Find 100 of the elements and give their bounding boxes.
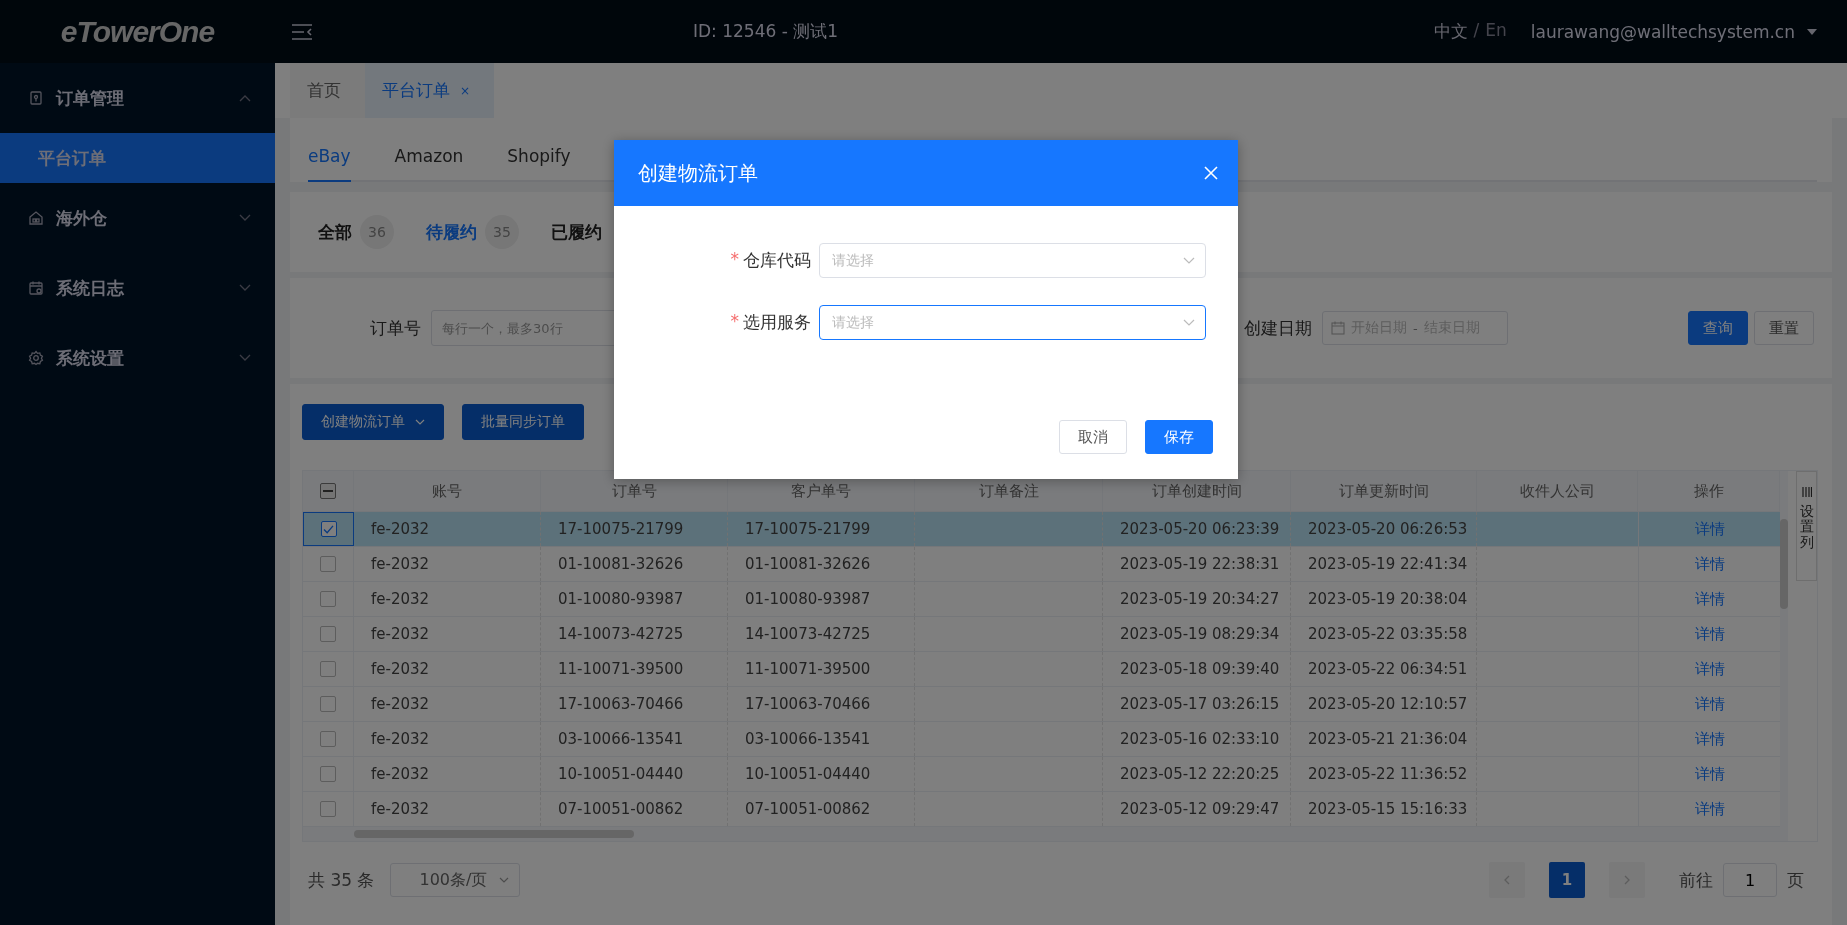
table-cell: 14-10073-42725 bbox=[745, 625, 871, 643]
user-menu[interactable]: laurawang@walltechsystem.cn bbox=[1530, 21, 1795, 42]
chevron-down-icon bbox=[1183, 257, 1195, 264]
table-cell: 17-10063-70466 bbox=[558, 695, 684, 713]
account-title: ID: 12546 - 测试1 bbox=[693, 20, 840, 43]
platform-tab[interactable]: Amazon bbox=[372, 146, 486, 182]
table-cell: 01-10081-32626 bbox=[558, 555, 684, 573]
table-cell: 07-10051-00862 bbox=[745, 800, 871, 818]
row-checkbox[interactable] bbox=[320, 591, 336, 607]
table-cell: 17-10075-21799 bbox=[745, 520, 871, 538]
select-all-checkbox[interactable] bbox=[320, 483, 336, 499]
platform-tab[interactable]: Shopify bbox=[485, 146, 593, 182]
details-link[interactable]: 详情 bbox=[1694, 659, 1725, 679]
table-cell: 2023-05-15 15:16:33 bbox=[1308, 800, 1468, 818]
table-cell: 2023-05-19 22:41:34 bbox=[1308, 555, 1468, 573]
platform-tab[interactable]: eBay bbox=[308, 146, 351, 182]
page-tab[interactable]: 平台订单 × bbox=[365, 63, 495, 118]
page-size-select[interactable]: 100条/页 bbox=[390, 863, 521, 897]
row-checkbox[interactable] bbox=[320, 661, 336, 677]
goto-label: 前往 bbox=[1679, 868, 1713, 892]
table-cell: fe-2032 bbox=[371, 625, 430, 643]
toolbar-button[interactable]: 创建物流订单 bbox=[302, 404, 444, 440]
table-cell: 2023-05-18 09:39:40 bbox=[1120, 660, 1280, 678]
field-label: 仓库代码 bbox=[743, 249, 811, 272]
table-cell: 11-10071-39500 bbox=[558, 660, 684, 678]
chevron-down-icon bbox=[499, 877, 510, 883]
table-cell: fe-2032 bbox=[371, 555, 430, 573]
table-cell: 17-10075-21799 bbox=[558, 520, 684, 538]
settings-icon bbox=[28, 350, 44, 366]
required-mark: * bbox=[730, 249, 739, 271]
table-cell: 2023-05-19 20:34:27 bbox=[1120, 590, 1280, 608]
table-cell: 2023-05-21 21:36:04 bbox=[1308, 730, 1468, 748]
column-settings-tab[interactable]: 设置列 bbox=[1796, 471, 1817, 581]
page-tab[interactable]: 首页 bbox=[290, 63, 365, 118]
calendar-icon bbox=[1331, 321, 1345, 335]
details-link[interactable]: 详情 bbox=[1694, 799, 1725, 819]
table-cell: 2023-05-20 06:23:39 bbox=[1120, 520, 1280, 538]
table-cell: 2023-05-12 09:29:47 bbox=[1120, 800, 1280, 818]
sidebar-item[interactable]: 系统设置 bbox=[0, 323, 275, 393]
table-cell: 11-10071-39500 bbox=[745, 660, 871, 678]
goto-page-field[interactable]: 1 bbox=[1723, 863, 1777, 897]
previous-page-button[interactable] bbox=[1489, 862, 1525, 898]
page-button[interactable]: 1 bbox=[1549, 862, 1585, 898]
table-cell: 2023-05-20 12:10:57 bbox=[1308, 695, 1468, 713]
table-cell: 2023-05-22 11:36:52 bbox=[1308, 765, 1468, 783]
search-button[interactable]: 查询 bbox=[1688, 311, 1748, 345]
row-checkbox[interactable] bbox=[320, 766, 336, 782]
next-page-button[interactable] bbox=[1609, 862, 1645, 898]
select-field[interactable]: 请选择 bbox=[819, 243, 1206, 278]
details-link[interactable]: 详情 bbox=[1694, 624, 1725, 644]
table-cell: 2023-05-17 03:26:15 bbox=[1120, 695, 1280, 713]
language-separator: / bbox=[1473, 20, 1480, 42]
chevron-down-icon bbox=[239, 354, 251, 362]
table-cell: 14-10073-42725 bbox=[558, 625, 684, 643]
sidebar-item[interactable]: 系统日志 bbox=[0, 253, 275, 323]
row-checkbox[interactable] bbox=[320, 521, 337, 537]
table-cell: 2023-05-22 03:35:58 bbox=[1308, 625, 1468, 643]
table-cell: 2023-05-20 06:26:53 bbox=[1308, 520, 1468, 538]
table-cell: 2023-05-19 08:29:34 bbox=[1120, 625, 1280, 643]
chevron-down-icon bbox=[239, 284, 251, 292]
sidebar-subitem[interactable]: 平台订单 bbox=[0, 133, 275, 183]
sidebar-item[interactable]: 海外仓 bbox=[0, 183, 275, 253]
language-option[interactable]: 中文 bbox=[1433, 20, 1468, 43]
details-link[interactable]: 详情 bbox=[1694, 589, 1725, 609]
close-icon[interactable] bbox=[1204, 166, 1218, 180]
save-button[interactable]: 保存 bbox=[1145, 420, 1213, 454]
language-option[interactable]: En bbox=[1485, 20, 1507, 43]
required-mark: * bbox=[730, 311, 739, 333]
details-link[interactable]: 详情 bbox=[1694, 519, 1725, 539]
details-link[interactable]: 详情 bbox=[1694, 729, 1725, 749]
select-field[interactable]: 请选择 bbox=[819, 305, 1206, 340]
column-header: 收件人公司 bbox=[1477, 471, 1638, 511]
table-cell: fe-2032 bbox=[371, 520, 430, 538]
row-checkbox[interactable] bbox=[320, 696, 336, 712]
details-link[interactable]: 详情 bbox=[1694, 694, 1725, 714]
details-link[interactable]: 详情 bbox=[1694, 554, 1725, 574]
page-suffix: 页 bbox=[1787, 868, 1804, 892]
column-header: 账号 bbox=[354, 471, 541, 511]
details-link[interactable]: 详情 bbox=[1694, 764, 1725, 784]
logo: eTowerOne bbox=[0, 0, 275, 63]
calendar-icon bbox=[28, 280, 44, 296]
table-cell: 2023-05-19 22:38:31 bbox=[1120, 555, 1280, 573]
row-checkbox[interactable] bbox=[320, 556, 336, 572]
cancel-button[interactable]: 取消 bbox=[1059, 420, 1127, 454]
row-checkbox[interactable] bbox=[320, 731, 336, 747]
scrollbar-thumb[interactable] bbox=[1780, 519, 1788, 609]
house-icon bbox=[28, 210, 44, 226]
menu-icon[interactable] bbox=[291, 22, 313, 41]
sidebar-item[interactable]: 订单管理 bbox=[0, 63, 275, 133]
row-checkbox[interactable] bbox=[320, 626, 336, 642]
row-checkbox[interactable] bbox=[320, 801, 336, 817]
table-cell: 03-10066-13541 bbox=[558, 730, 684, 748]
reset-button[interactable]: 重置 bbox=[1754, 311, 1814, 345]
table-cell: fe-2032 bbox=[371, 660, 430, 678]
table-cell: 01-10080-93987 bbox=[745, 590, 871, 608]
status-filter[interactable]: 已履约 bbox=[551, 220, 602, 244]
order-number-label: 订单号 bbox=[370, 316, 421, 340]
toolbar-button[interactable]: 批量同步订单 bbox=[462, 404, 584, 440]
table-cell: fe-2032 bbox=[371, 765, 430, 783]
table-cell: fe-2032 bbox=[371, 730, 430, 748]
